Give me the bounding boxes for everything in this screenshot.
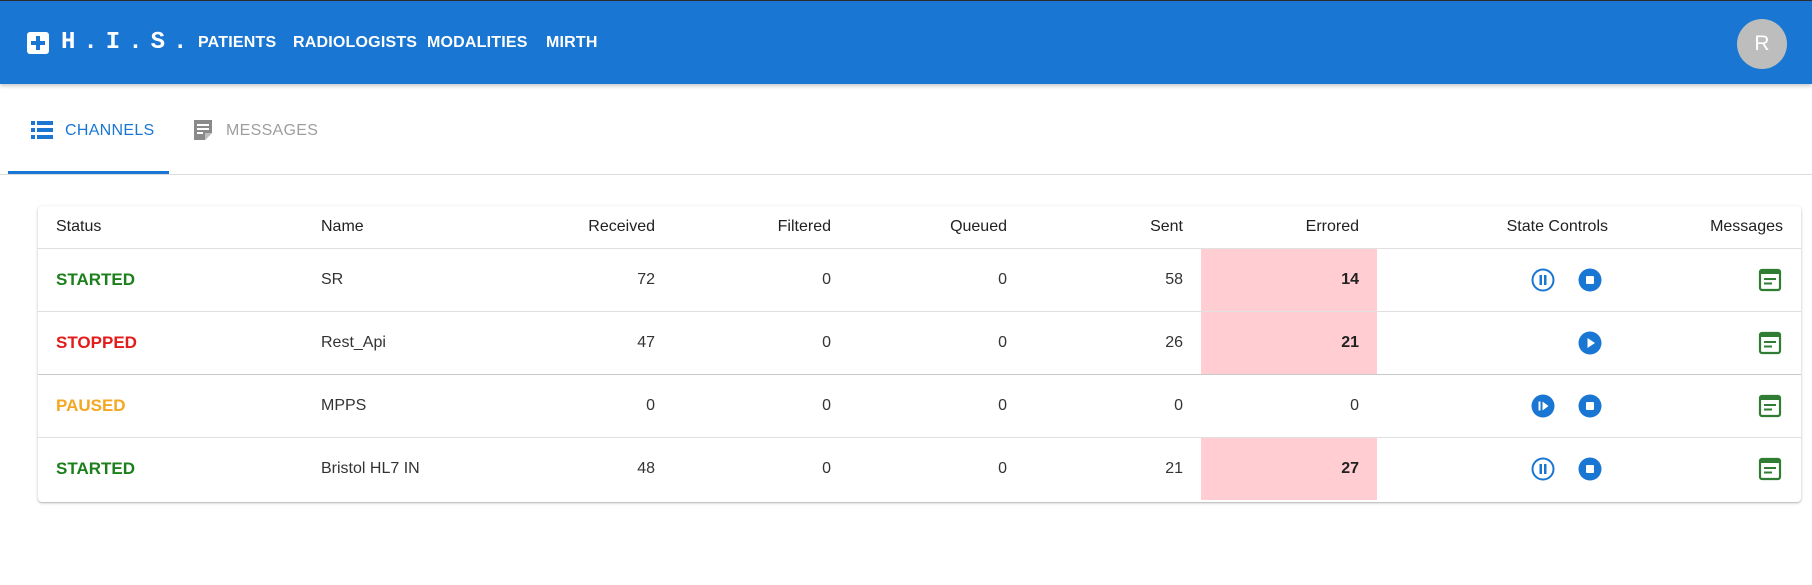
col-header-queued[interactable]: Queued <box>849 206 1025 249</box>
cell-messages <box>1626 311 1801 375</box>
cell-filtered: 0 <box>822 459 831 477</box>
cell-state-controls <box>1377 437 1626 500</box>
col-header-status[interactable]: Status <box>38 206 303 249</box>
tab-channels[interactable]: CHANNELS <box>8 84 169 174</box>
message-list-icon <box>1757 331 1783 360</box>
col-header-state-controls: State Controls <box>1377 206 1626 249</box>
tab-channels-label: CHANNELS <box>65 122 155 139</box>
cell-status: STARTED <box>56 458 136 478</box>
cell-queued: 0 <box>849 248 1025 312</box>
stop-icon <box>1577 394 1603 423</box>
cell-status: PAUSED <box>38 374 303 438</box>
play-button[interactable] <box>1577 330 1603 356</box>
stop-button[interactable] <box>1577 393 1603 419</box>
message-list-icon <box>1757 394 1783 423</box>
state-controls <box>1395 330 1608 356</box>
col-header-messages: Messages <box>1626 206 1801 249</box>
channels-table-card: Status Name Received Filtered Queued Sen… <box>38 206 1801 502</box>
pause-icon <box>1530 457 1556 486</box>
cell-errored: 14 <box>1201 248 1377 312</box>
view-messages-button[interactable] <box>1757 456 1783 482</box>
cell-name: SR <box>303 248 488 312</box>
cell-sent: 0 <box>1025 374 1201 438</box>
pause-button[interactable] <box>1530 267 1556 293</box>
tab-messages-label: MESSAGES <box>226 122 319 139</box>
cell-filtered: 0 <box>673 311 849 375</box>
cell-received: 72 <box>488 248 673 312</box>
cell-messages <box>1626 437 1801 500</box>
cell-status: STARTED <box>38 248 303 312</box>
col-header-sent[interactable]: Sent <box>1025 206 1201 249</box>
cell-queued: 0 <box>849 311 1025 375</box>
cell-errored: 27 <box>1201 437 1377 500</box>
stop-button[interactable] <box>1577 456 1603 482</box>
cell-status: STOPPED <box>38 311 303 375</box>
pause-button[interactable] <box>1530 456 1556 482</box>
cell-errored: 21 <box>1201 311 1377 375</box>
resume-button[interactable] <box>1530 393 1556 419</box>
cell-filtered: 0 <box>673 374 849 438</box>
channels-table: Status Name Received Filtered Queued Sen… <box>38 206 1801 500</box>
message-list-icon <box>1757 457 1783 486</box>
cell-state-controls <box>1377 374 1626 438</box>
message-list-icon <box>1757 268 1783 297</box>
pause-icon <box>1530 268 1556 297</box>
list-icon <box>30 118 54 142</box>
cell-sent: 58 <box>1025 248 1201 312</box>
nav-mirth[interactable]: MIRTH <box>546 33 598 53</box>
tab-bar: CHANNELS MESSAGES <box>0 84 1812 175</box>
cell-received: 48 <box>637 459 655 477</box>
view-messages-button[interactable] <box>1757 267 1783 293</box>
cell-received: 47 <box>488 311 673 375</box>
cell-queued: 0 <box>998 459 1007 477</box>
cell-queued: 0 <box>849 374 1025 438</box>
cell-messages <box>1626 248 1801 312</box>
stop-icon <box>1577 457 1603 486</box>
medical-cross-icon <box>27 32 49 54</box>
cell-name: Bristol HL7 IN <box>321 459 420 477</box>
table-row: STOPPED Rest_Api 47 0 0 26 21 <box>38 311 1801 375</box>
col-header-filtered[interactable]: Filtered <box>673 206 849 249</box>
state-controls <box>1395 267 1608 293</box>
table-header-row: Status Name Received Filtered Queued Sen… <box>38 206 1801 249</box>
resume-icon <box>1530 394 1556 423</box>
view-messages-button[interactable] <box>1757 393 1783 419</box>
note-icon <box>191 118 215 142</box>
table-row: STARTED SR 72 0 0 58 14 <box>38 248 1801 312</box>
table-row: STARTED Bristol HL7 IN 48 0 0 21 27 <box>38 437 1801 500</box>
view-messages-button[interactable] <box>1757 330 1783 356</box>
cell-filtered: 0 <box>673 248 849 312</box>
cell-received: 0 <box>488 374 673 438</box>
col-header-name[interactable]: Name <box>303 206 488 249</box>
cell-name: Rest_Api <box>303 311 488 375</box>
col-header-received[interactable]: Received <box>488 206 673 249</box>
table-row: PAUSED MPPS 0 0 0 0 0 <box>38 374 1801 438</box>
cell-state-controls <box>1377 311 1626 375</box>
stop-button[interactable] <box>1577 267 1603 293</box>
nav-modalities[interactable]: MODALITIES <box>427 33 528 53</box>
active-tab-indicator <box>8 171 169 174</box>
cell-state-controls <box>1377 248 1626 312</box>
nav-patients[interactable]: PATIENTS <box>198 33 276 53</box>
tab-messages[interactable]: MESSAGES <box>169 84 339 174</box>
state-controls <box>1395 456 1608 482</box>
cell-name: MPPS <box>303 374 488 438</box>
cell-sent: 21 <box>1165 459 1183 477</box>
cell-errored: 0 <box>1201 374 1377 438</box>
col-header-errored[interactable]: Errored <box>1201 206 1377 249</box>
user-avatar[interactable]: R <box>1737 19 1787 69</box>
stop-icon <box>1577 268 1603 297</box>
nav-radiologists[interactable]: RADIOLOGISTS <box>293 33 417 53</box>
cell-messages <box>1626 374 1801 438</box>
cell-sent: 26 <box>1025 311 1201 375</box>
play-icon <box>1577 331 1603 360</box>
top-app-bar: H.I.S. PATIENTS RADIOLOGISTS MODALITIES … <box>0 0 1812 84</box>
state-controls <box>1395 393 1608 419</box>
brand-title[interactable]: H.I.S. <box>61 29 195 57</box>
